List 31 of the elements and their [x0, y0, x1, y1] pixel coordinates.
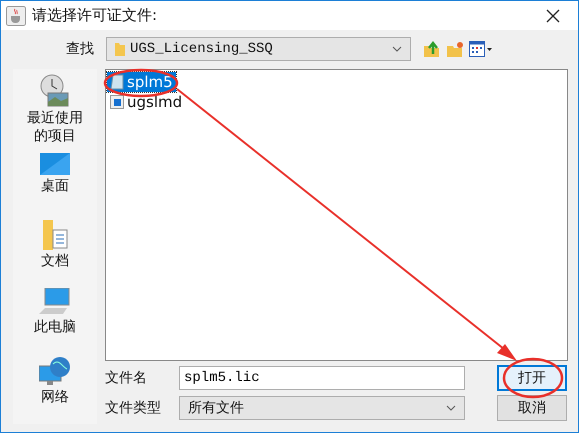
- place-label[interactable]: 最近使用的项目: [26, 109, 84, 145]
- folder-up-icon[interactable]: [423, 40, 441, 58]
- place-label[interactable]: 网络: [26, 388, 84, 406]
- place-label[interactable]: 文档: [26, 252, 84, 270]
- file-type-label: 文件类型: [105, 399, 162, 417]
- file-item[interactable]: ugslmd: [107, 92, 186, 112]
- network-icon[interactable]: [38, 356, 71, 386]
- coffee-cup-icon: [6, 6, 26, 26]
- window-title: 请选择许可证文件:: [32, 6, 158, 25]
- file-name-field[interactable]: splm5.lic: [179, 366, 465, 390]
- program-icon: [110, 95, 124, 109]
- documents-icon[interactable]: [40, 220, 69, 250]
- place-label[interactable]: 此电脑: [26, 318, 84, 336]
- file-type-dropdown[interactable]: 所有文件: [179, 396, 465, 420]
- view-menu-icon[interactable]: [469, 41, 493, 57]
- cancel-button[interactable]: 取消: [497, 395, 567, 421]
- caret-icon: [392, 46, 402, 52]
- close-icon[interactable]: [546, 8, 560, 22]
- place-label[interactable]: 桌面: [26, 176, 84, 195]
- folder-icon: [115, 42, 125, 56]
- highlight-circle: [502, 358, 564, 398]
- new-folder-icon[interactable]: [446, 40, 464, 58]
- file-icon: [110, 74, 124, 90]
- file-item[interactable]: splm5: [107, 72, 176, 92]
- caret-icon: [446, 405, 456, 411]
- file-name-label: 文件名: [105, 369, 148, 387]
- open-button[interactable]: 打开: [497, 365, 567, 391]
- look-in-label: 查找: [66, 40, 95, 58]
- computer-icon[interactable]: [38, 288, 71, 316]
- look-in-dropdown[interactable]: UGS_Licensing_SSQ: [106, 37, 411, 61]
- desktop-icon[interactable]: [40, 152, 70, 175]
